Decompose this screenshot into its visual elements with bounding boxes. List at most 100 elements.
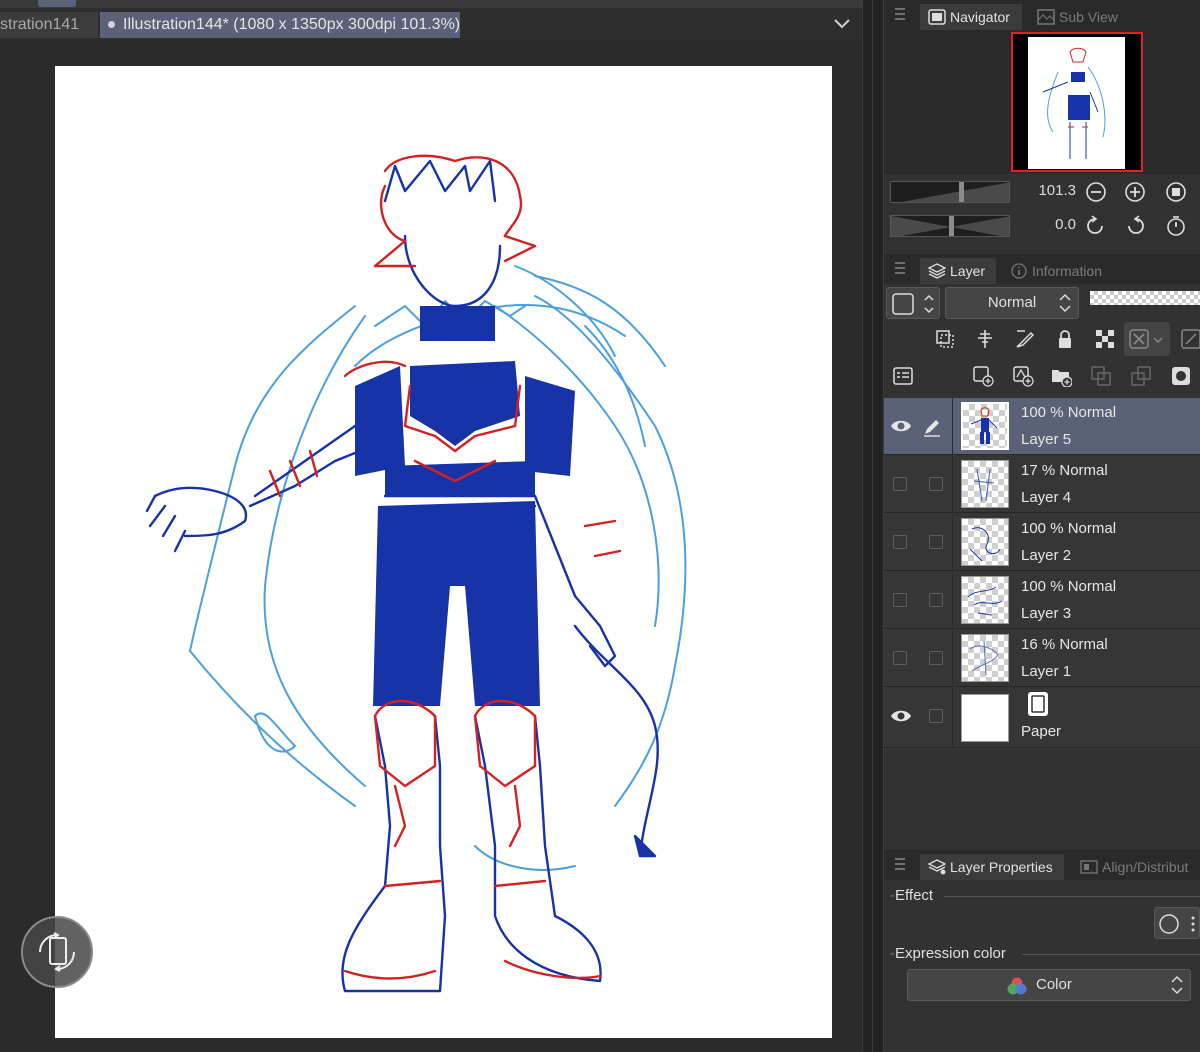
document-tab-bar: stration141 Illustration144* (1080 x 135… xyxy=(0,0,862,40)
info-icon xyxy=(1011,263,1027,279)
updown-chevron-icon xyxy=(1171,975,1183,995)
tab-layer[interactable]: Layer xyxy=(920,258,996,284)
eye-icon[interactable] xyxy=(890,706,912,726)
layer-thumbnail xyxy=(961,634,1009,682)
tab-align-distribute[interactable]: Align/Distribut xyxy=(1072,854,1200,880)
divider xyxy=(1022,954,1200,955)
mask-toggle[interactable] xyxy=(1124,322,1170,356)
expression-color-heading: -Expression color xyxy=(890,945,1006,962)
new-raster-layer-icon[interactable] xyxy=(972,365,994,387)
clip-layer-icon[interactable] xyxy=(934,328,956,350)
blend-mode-select[interactable]: Normal xyxy=(945,287,1079,319)
layer-row[interactable]: 17 % Normal Layer 4 xyxy=(884,456,1200,513)
tab-label: Sub View xyxy=(1059,9,1118,25)
visibility-checkbox[interactable] xyxy=(893,593,907,607)
drawing-canvas[interactable] xyxy=(55,66,832,1038)
opacity-slider[interactable] xyxy=(1090,291,1200,305)
mask-icon xyxy=(1129,329,1163,349)
layer-name: Layer 5 xyxy=(1021,431,1072,448)
expression-color-value: Color xyxy=(1036,976,1072,993)
zoom-slider-row: 101.3 xyxy=(884,177,1200,207)
layer-row[interactable]: 100 % Normal Layer 3 xyxy=(884,572,1200,629)
edit-checkbox[interactable] xyxy=(929,535,943,549)
layer-mask-icon[interactable] xyxy=(1170,365,1192,387)
layer-row[interactable]: 100 % Normal Layer 2 xyxy=(884,514,1200,571)
canvas-rotate-button[interactable] xyxy=(21,916,93,988)
chevron-down-icon[interactable] xyxy=(832,14,852,34)
tab-layer-properties[interactable]: Layer Properties xyxy=(920,854,1064,880)
layer-color-toggle[interactable] xyxy=(886,287,940,319)
lock-transparency-icon[interactable] xyxy=(1094,328,1116,350)
ruler-link-icon[interactable] xyxy=(1180,328,1200,350)
updown-chevron-icon xyxy=(1059,293,1071,313)
new-vector-layer-icon[interactable] xyxy=(1012,365,1034,387)
zoom-in-icon[interactable] xyxy=(1123,180,1147,204)
edit-checkbox[interactable] xyxy=(929,593,943,607)
pencil-icon[interactable] xyxy=(921,416,943,438)
tab-sub-view[interactable]: Sub View xyxy=(1029,4,1129,30)
circle-outline-icon xyxy=(1159,914,1195,934)
layer-properties-header: Layer Properties Align/Distribut xyxy=(884,850,1200,880)
reference-layer-icon[interactable] xyxy=(974,328,996,350)
layer-menu-icon[interactable] xyxy=(892,365,914,387)
tab-label: Illustration144* (1080 x 1350px 300dpi 1… xyxy=(123,16,460,33)
panel-grip-icon[interactable] xyxy=(894,857,906,871)
visibility-checkbox[interactable] xyxy=(893,535,907,549)
edit-checkbox[interactable] xyxy=(929,651,943,665)
layer-name: Layer 4 xyxy=(1021,489,1072,506)
panel-grip-icon[interactable] xyxy=(894,7,906,21)
paper-layer-icon xyxy=(1028,692,1048,716)
layer-opacity-mode: 17 % Normal xyxy=(1021,462,1108,479)
character-sketch xyxy=(145,154,687,993)
visibility-checkbox[interactable] xyxy=(893,651,907,665)
layer-name: Layer 2 xyxy=(1021,547,1072,564)
expression-color-select[interactable]: Color xyxy=(907,969,1191,1001)
edit-checkbox[interactable] xyxy=(929,709,943,723)
layer-row[interactable]: 100 % Normal Layer 5 xyxy=(884,398,1200,455)
layer-opacity-mode: 16 % Normal xyxy=(1021,636,1108,653)
panel-grip-icon[interactable] xyxy=(894,261,906,275)
layer-list-empty-area xyxy=(884,750,1200,850)
navigator-icon xyxy=(928,9,946,25)
navigator-preview[interactable] xyxy=(884,30,1200,174)
paper-thumbnail xyxy=(961,694,1009,742)
zoom-out-icon[interactable] xyxy=(1084,180,1108,204)
new-folder-icon[interactable] xyxy=(1050,365,1072,387)
layer-thumbnail xyxy=(961,460,1009,508)
layer-thumbnail xyxy=(961,402,1009,450)
layer-opacity-mode: 100 % Normal xyxy=(1021,520,1117,537)
visibility-checkbox[interactable] xyxy=(893,477,907,491)
navigator-viewport-frame[interactable] xyxy=(1011,32,1143,172)
tab-information[interactable]: Information xyxy=(1002,258,1122,284)
tab-navigator[interactable]: Navigator xyxy=(920,4,1022,30)
draft-layer-icon[interactable] xyxy=(1014,328,1036,350)
zoom-slider[interactable] xyxy=(890,181,1010,203)
rotate-right-icon[interactable] xyxy=(1123,214,1147,238)
layer-name: Layer 1 xyxy=(1021,663,1072,680)
layer-name: Paper xyxy=(1021,723,1062,740)
transfer-down-icon[interactable] xyxy=(1090,365,1112,387)
rotation-value: 0.0 xyxy=(1055,216,1076,233)
reset-rotation-icon[interactable] xyxy=(1164,214,1188,238)
eye-icon[interactable] xyxy=(890,416,912,436)
fit-view-icon[interactable] xyxy=(1164,180,1188,204)
rotation-slider[interactable] xyxy=(890,215,1010,237)
merge-down-icon[interactable] xyxy=(1130,365,1152,387)
layer-row[interactable]: 16 % Normal Layer 1 xyxy=(884,630,1200,687)
right-panel: Navigator Sub View 101.3 0.0 Layer Infor… xyxy=(884,0,1200,1052)
layer-row-paper[interactable]: Paper xyxy=(884,688,1200,748)
tab-illustration141[interactable]: stration141 xyxy=(0,12,98,38)
rotate-left-icon[interactable] xyxy=(1084,214,1108,238)
layer-thumbnail xyxy=(961,518,1009,566)
rotate-canvas-icon xyxy=(39,932,75,972)
toolbar-marker xyxy=(38,0,76,7)
canvas-area[interactable] xyxy=(0,40,862,1052)
layer-panel-header: Layer Information xyxy=(884,254,1200,284)
border-effect-button[interactable] xyxy=(1154,907,1200,939)
tab-label: Align/Distribut xyxy=(1102,859,1189,875)
lock-icon[interactable] xyxy=(1054,328,1076,350)
edit-checkbox[interactable] xyxy=(929,477,943,491)
tab-illustration144[interactable]: Illustration144* (1080 x 1350px 300dpi 1… xyxy=(100,12,460,38)
menu-strip xyxy=(0,0,862,8)
panel-divider[interactable] xyxy=(862,0,884,1052)
